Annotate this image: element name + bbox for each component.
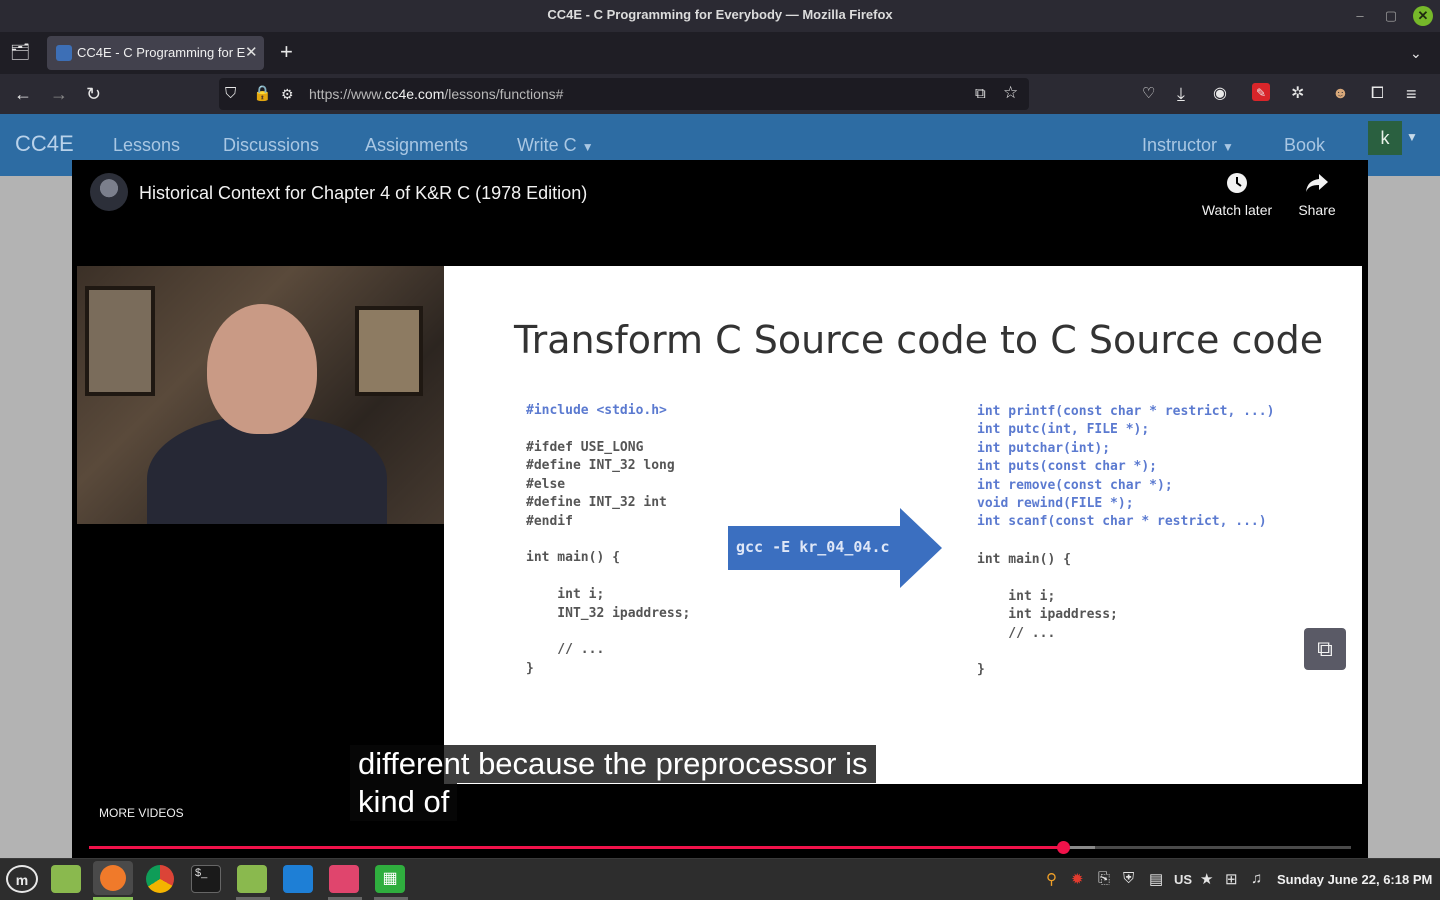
update-icon[interactable]: ✹ xyxy=(1071,870,1084,888)
nav-instructor[interactable]: Instructor ▼ xyxy=(1142,135,1234,156)
keyboard-layout[interactable]: US xyxy=(1174,872,1192,887)
extension-gear-icon[interactable]: ✲ xyxy=(1291,84,1304,104)
forward-icon[interactable]: → xyxy=(50,84,68,104)
window-title: CC4E - C Programming for Everybody — Moz… xyxy=(547,7,893,22)
clock[interactable]: Sunday June 22, 6:18 PM xyxy=(1277,872,1432,887)
clock-icon xyxy=(1192,172,1282,196)
extension-face-icon[interactable]: ☻ xyxy=(1332,84,1349,104)
url-bar[interactable]: ⛉ 🔒 ⚙ https://www.cc4e.com/lessons/funct… xyxy=(219,78,1029,110)
url-text[interactable]: https://www.cc4e.com/lessons/functions# xyxy=(309,86,563,102)
downloads-icon[interactable]: ⤓ xyxy=(1177,84,1185,104)
watch-later-button[interactable]: Watch later xyxy=(1192,172,1282,218)
more-videos-button[interactable]: MORE VIDEOS xyxy=(99,806,184,820)
nav-lessons[interactable]: Lessons xyxy=(113,135,180,156)
sound-icon[interactable]: ♫ xyxy=(1251,870,1262,887)
slide-heading: Transform C Source code to C Source code xyxy=(514,318,1324,362)
chrome-icon[interactable] xyxy=(146,865,174,893)
mint-menu-icon[interactable]: m xyxy=(6,865,38,893)
presenter-head xyxy=(207,304,317,434)
caret-down-icon: ▼ xyxy=(1222,140,1234,154)
share-icon xyxy=(1272,172,1362,196)
bookmark-star-icon[interactable]: ☆ xyxy=(1003,83,1018,103)
user-avatar[interactable]: k xyxy=(1368,121,1402,155)
video-player[interactable]: Historical Context for Chapter 4 of K&R … xyxy=(72,160,1368,860)
files-icon[interactable] xyxy=(237,865,267,893)
code-include-line: #include <stdio.h> xyxy=(526,403,667,418)
gcc-command: gcc -E kr_04_04.c xyxy=(736,538,890,556)
tab-title: CC4E - C Programming for E xyxy=(77,45,245,60)
nav-book[interactable]: Book xyxy=(1284,135,1325,156)
show-desktop-icon[interactable] xyxy=(51,865,81,893)
nav-discussions[interactable]: Discussions xyxy=(223,135,319,156)
terminal-icon[interactable]: $_ xyxy=(191,865,221,893)
taskbar: m $_ ▦ ⚲ ✹ ⎘ ⛨ ▤ US ★ ⊞ ♫ Sunday June 22… xyxy=(0,858,1440,900)
caret-down-icon: ▼ xyxy=(581,140,594,154)
nav-write-c[interactable]: Write C ▼ xyxy=(517,135,594,156)
close-window-icon[interactable]: ✕ xyxy=(1413,6,1433,26)
code-source-left: #ifdef USE_LONG #define INT_32 long #els… xyxy=(526,440,691,676)
caption-line-1: different because the preprocessor is xyxy=(350,745,876,783)
caption-line-2: kind of xyxy=(350,783,458,821)
tab-strip: 🗂 CC4E - C Programming for E ✕ + ⌄ xyxy=(0,32,1440,74)
extension-red-icon[interactable]: ✎ xyxy=(1252,83,1270,101)
list-tabs-icon[interactable]: ⌄ xyxy=(1410,43,1422,63)
pocket-icon[interactable]: ♡ xyxy=(1142,84,1155,104)
maximize-icon[interactable]: ▢ xyxy=(1381,6,1401,26)
watch-later-label: Watch later xyxy=(1201,202,1273,218)
image-viewer-icon[interactable] xyxy=(329,865,359,893)
new-tab-icon[interactable]: + xyxy=(280,41,293,63)
lock-icon[interactable]: 🔒 xyxy=(253,84,272,104)
picture-in-picture-icon[interactable]: ⧉ xyxy=(975,84,986,104)
channel-avatar[interactable] xyxy=(90,173,128,211)
permissions-icon[interactable]: ⚙ xyxy=(281,84,294,104)
presenter-webcam xyxy=(77,266,445,524)
minimize-icon[interactable]: – xyxy=(1350,6,1370,26)
security-shield-icon[interactable]: ⛨ xyxy=(1123,870,1134,887)
tab-cc4e[interactable]: CC4E - C Programming for E ✕ xyxy=(47,36,264,70)
network-icon[interactable]: ⊞ xyxy=(1225,870,1238,888)
favicon-icon xyxy=(56,45,72,61)
progress-bar[interactable] xyxy=(89,841,1351,854)
location-icon[interactable]: ⚲ xyxy=(1046,870,1057,888)
progress-scrubber-handle[interactable] xyxy=(1057,841,1071,854)
firefox-view-icon[interactable]: 🗂 xyxy=(10,43,30,63)
firefox-icon[interactable] xyxy=(100,865,126,891)
video-title[interactable]: Historical Context for Chapter 4 of K&R … xyxy=(139,183,587,204)
navigation-toolbar: ← → ↻ ⛉ 🔒 ⚙ https://www.cc4e.com/lessons… xyxy=(0,74,1440,114)
reload-icon[interactable]: ↻ xyxy=(86,84,101,104)
clipboard-icon[interactable]: ⎘ xyxy=(1098,870,1110,887)
favorites-star-icon[interactable]: ★ xyxy=(1200,870,1213,888)
wall-frame xyxy=(355,306,423,396)
notes-icon[interactable]: ▤ xyxy=(1149,870,1163,888)
wall-frame xyxy=(85,286,155,396)
window-titlebar: CC4E - C Programming for Everybody — Moz… xyxy=(0,0,1440,32)
vscode-icon[interactable] xyxy=(283,865,313,893)
site-brand[interactable]: CC4E xyxy=(15,131,74,157)
lecture-slide: Transform C Source code to C Source code… xyxy=(444,266,1362,784)
progress-played xyxy=(89,846,1064,849)
nav-assignments[interactable]: Assignments xyxy=(365,135,468,156)
nav-instructor-label: Instructor xyxy=(1142,135,1218,155)
share-button[interactable]: Share xyxy=(1272,172,1362,218)
nav-write-c-label: Write C xyxy=(517,135,577,155)
closed-captions: different because the preprocessor is ki… xyxy=(350,745,910,821)
tracking-shield-icon[interactable]: ⛉ xyxy=(225,84,236,104)
back-icon[interactable]: ← xyxy=(14,84,32,104)
exit-picture-in-picture-icon[interactable]: ⧉ xyxy=(1304,628,1346,670)
code-output-right: int main() { int i; int ipaddress; // ..… xyxy=(977,552,1118,678)
extensions-icon[interactable]: ⧠ xyxy=(1371,84,1384,104)
share-label: Share xyxy=(1298,202,1336,218)
account-icon[interactable]: ◉ xyxy=(1213,84,1227,104)
menu-icon[interactable]: ≡ xyxy=(1406,84,1417,104)
tab-close-icon[interactable]: ✕ xyxy=(245,43,258,61)
spreadsheet-icon[interactable]: ▦ xyxy=(375,865,405,893)
user-menu-caret-icon[interactable]: ▼ xyxy=(1406,130,1418,144)
code-declarations-right: int printf(const char * restrict, ...) i… xyxy=(977,404,1275,530)
